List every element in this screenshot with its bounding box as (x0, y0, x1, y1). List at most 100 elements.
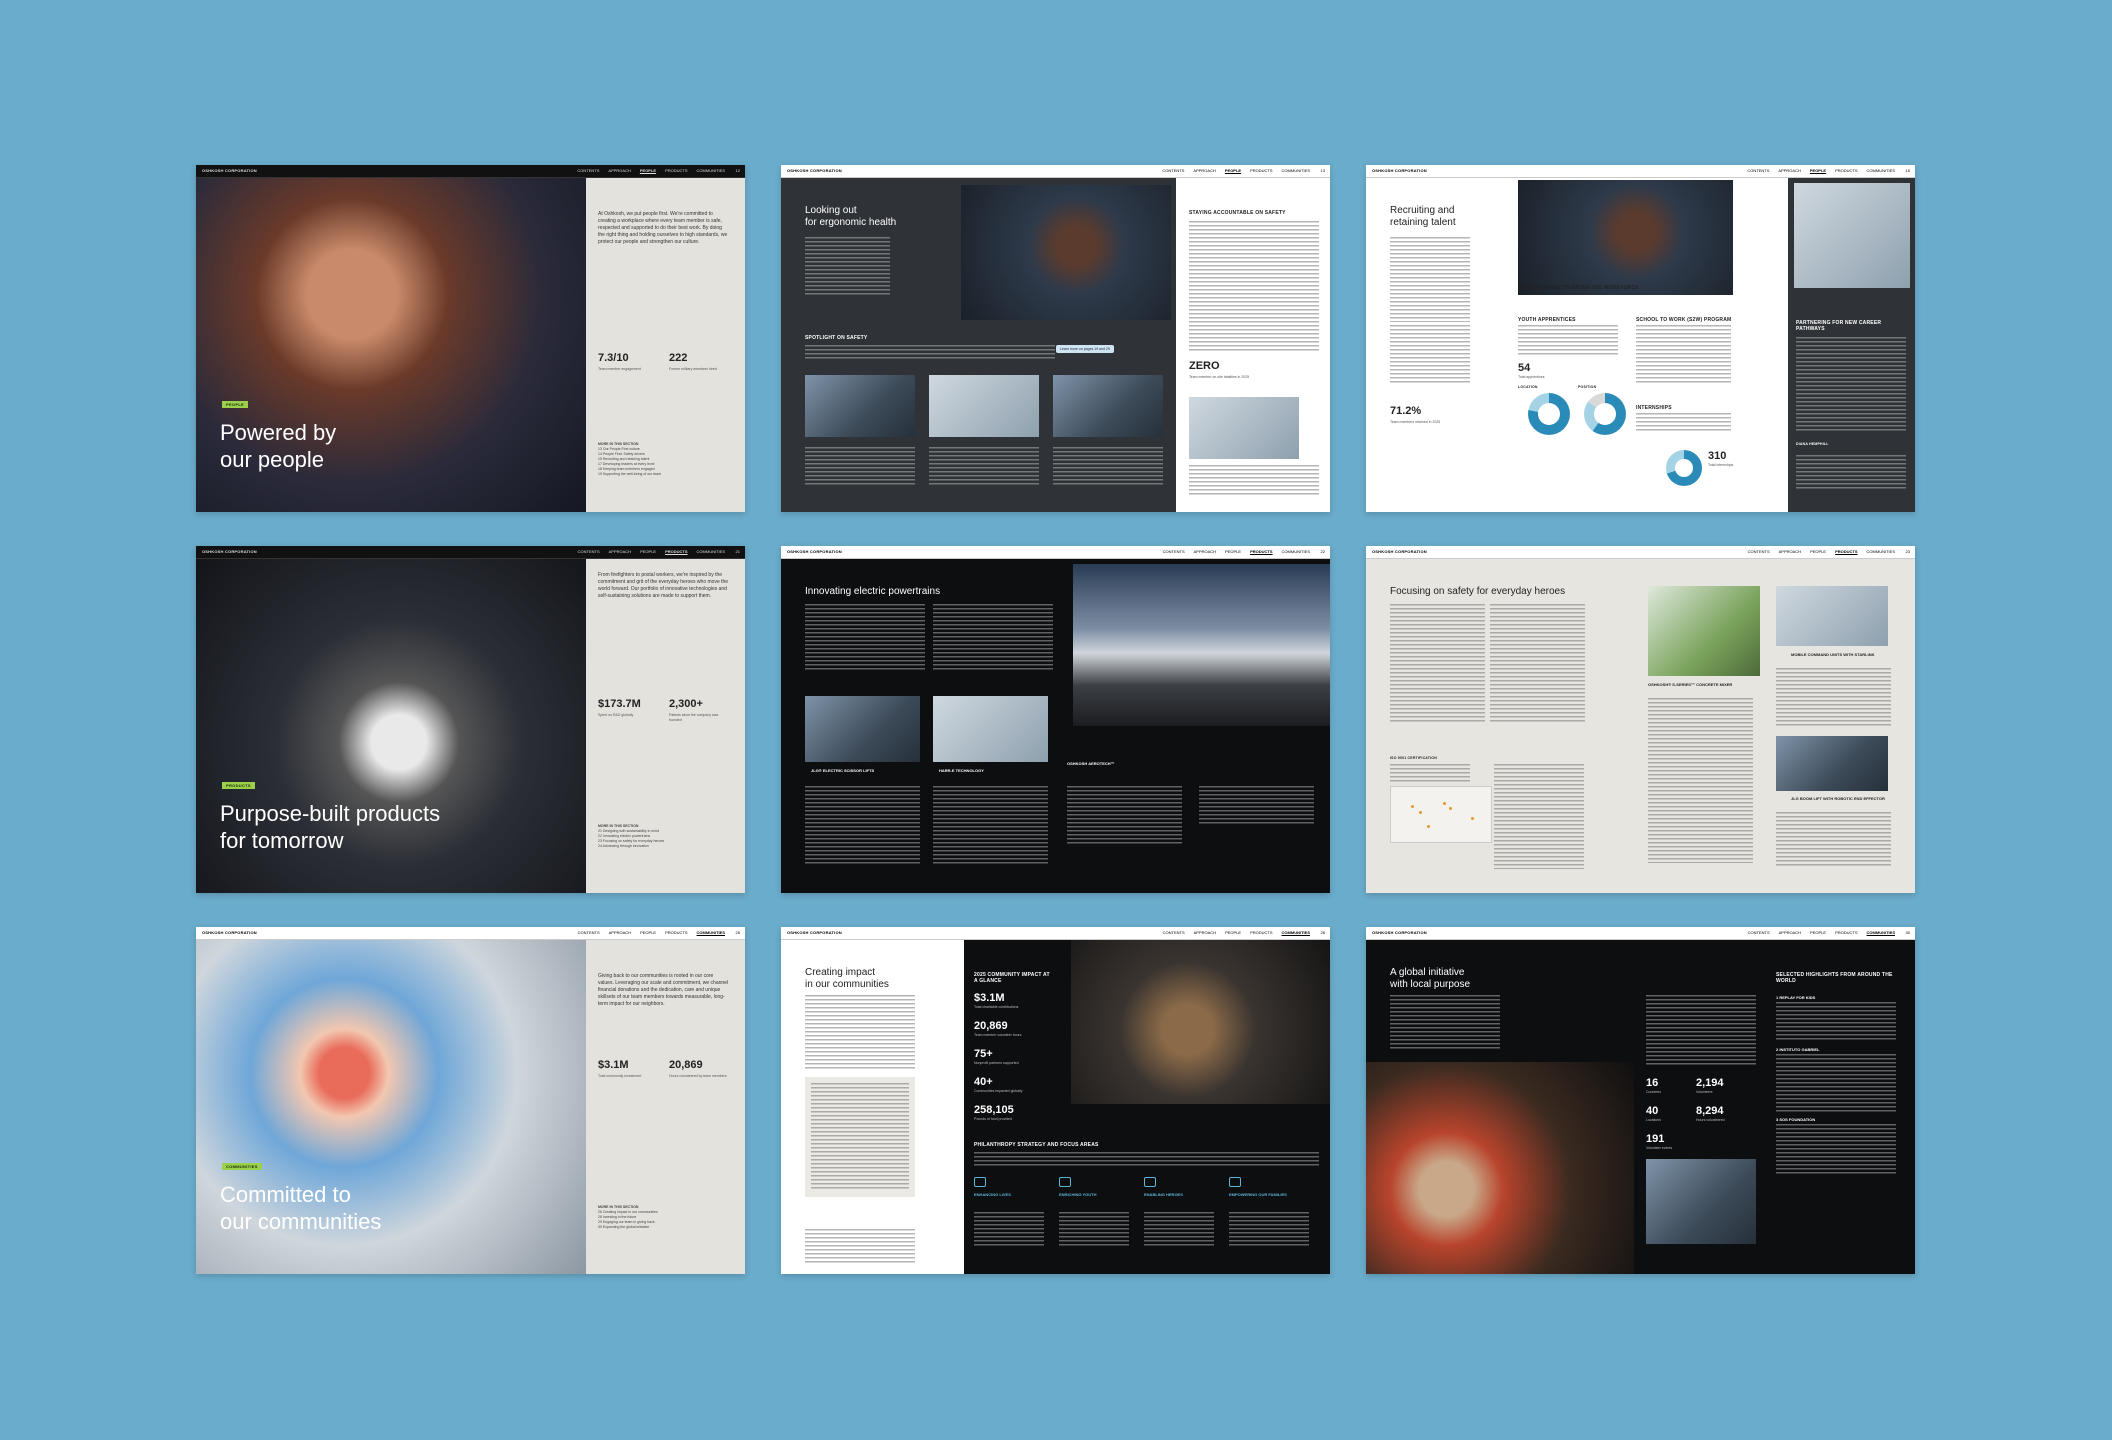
page-number: 12 (735, 168, 740, 173)
opportunities-heading: OPPORTUNITIES TO ENTER THE WORKFORCE (1518, 285, 1639, 291)
more-item[interactable]: 19 Supporting the well-being of our team (598, 472, 661, 477)
caption: MOBILE COMMAND UNITS WITH STARLINK (1791, 652, 1875, 657)
nav-item-active[interactable]: COMMUNITIES (697, 927, 725, 939)
body-copy (1776, 1124, 1896, 1176)
impact-stat-label: Team member volunteer hours (974, 1033, 1022, 1037)
nav-item[interactable]: APPROACH (609, 927, 631, 939)
nav-item[interactable]: CONTENTS (577, 165, 599, 177)
spread-global: OSHKOSH CORPORATION CONTENTS APPROACH PE… (1366, 927, 1915, 1274)
harre-photo (933, 696, 1048, 762)
nav-item[interactable]: PEOPLE (1225, 546, 1241, 558)
nav-item[interactable]: PRODUCTS (1250, 927, 1272, 939)
body-copy (1229, 1212, 1309, 1247)
nav-item-active[interactable]: PRODUCTS (665, 546, 687, 558)
nav-item[interactable]: PRODUCTS (665, 927, 687, 939)
spotlight-photo (1053, 375, 1163, 437)
nav-item[interactable]: PEOPLE (640, 927, 656, 939)
global-stat-value: 16 (1646, 1077, 1659, 1089)
nav-item-active[interactable]: COMMUNITIES (1282, 927, 1310, 939)
zero-stat: ZERO (1189, 360, 1220, 372)
hero-title: Purpose-built products for tomorrow (220, 800, 440, 854)
report-header: OSHKOSH CORPORATION CONTENTS APPROACH PE… (196, 546, 745, 559)
intro-text: Giving back to our communities is rooted… (598, 973, 729, 1007)
title-line: retaining talent (1390, 217, 1456, 228)
mixer-photo (1648, 586, 1760, 676)
nav-item[interactable]: PRODUCTS (1835, 927, 1857, 939)
nav-item-active[interactable]: PEOPLE (1225, 165, 1241, 177)
nav-item[interactable]: PEOPLE (640, 546, 656, 558)
nav-item[interactable]: PRODUCTS (1250, 165, 1272, 177)
world-map (1390, 786, 1492, 843)
s2w-heading: SCHOOL TO WORK (S2W) PROGRAM (1636, 317, 1732, 323)
spread-communities-hero: OSHKOSH CORPORATION CONTENTS APPROACH PE… (196, 927, 745, 1274)
nav-item-active[interactable]: PRODUCTS (1250, 546, 1272, 558)
body-copy (1796, 337, 1906, 432)
nav-item[interactable]: APPROACH (609, 546, 631, 558)
more-item[interactable]: 24 Advancing through innovation (598, 844, 664, 849)
caption: OSHKOSH® S-SERIES™ CONCRETE MIXER (1648, 682, 1733, 687)
nav-item[interactable]: CONTENTS (1163, 927, 1185, 939)
boom-photo (1776, 736, 1888, 791)
nav: CONTENTS APPROACH PEOPLE PRODUCTS COMMUN… (1162, 165, 1310, 177)
section-tag: PEOPLE (222, 401, 249, 408)
body-copy (1390, 995, 1500, 1050)
body-copy (1648, 698, 1753, 863)
title-line: for ergonomic health (805, 217, 897, 228)
stat-label: Total community investment (598, 1074, 642, 1078)
worker-photo (961, 185, 1171, 320)
nav-item[interactable]: CONTENTS (1163, 546, 1185, 558)
nav-item[interactable]: APPROACH (1778, 165, 1800, 177)
nav-item[interactable]: PRODUCTS (665, 165, 687, 177)
nav-item[interactable]: CONTENTS (578, 546, 600, 558)
nav-item-active[interactable]: PEOPLE (640, 165, 656, 177)
strategy-heading: PHILANTHROPY STRATEGY AND FOCUS AREAS (974, 1142, 1099, 1148)
strategy-copy (811, 1083, 909, 1191)
report-header: OSHKOSH CORPORATION CONTENTS APPROACH PE… (781, 165, 1330, 178)
nav-item[interactable]: APPROACH (608, 165, 630, 177)
nav-item[interactable]: CONTENTS (1747, 165, 1769, 177)
global-stat-value: 191 (1646, 1133, 1665, 1145)
nav-item[interactable]: PEOPLE (1225, 927, 1241, 939)
nav-item[interactable]: COMMUNITIES (1867, 165, 1895, 177)
nav-item[interactable]: PEOPLE (1810, 546, 1826, 558)
nav-item[interactable]: CONTENTS (1162, 165, 1184, 177)
nav-item[interactable]: APPROACH (1193, 165, 1215, 177)
learn-more-button[interactable]: Learn more on pages 19 and 29 (1056, 345, 1114, 353)
nav-item-active[interactable]: PRODUCTS (1835, 546, 1857, 558)
global-stat-value: 8,294 (1696, 1105, 1724, 1117)
body-copy (805, 604, 925, 672)
nav-item[interactable]: COMMUNITIES (1282, 165, 1310, 177)
impact-stat-value: $3.1M (974, 992, 1005, 1004)
nav-item[interactable]: APPROACH (1779, 927, 1801, 939)
nav-item[interactable]: COMMUNITIES (697, 546, 725, 558)
nav-item[interactable]: COMMUNITIES (1867, 546, 1895, 558)
youth-heading: YOUTH APPRENTICES (1518, 317, 1576, 323)
nav-item[interactable]: APPROACH (1194, 546, 1216, 558)
page-number: 21 (735, 549, 740, 554)
nav-item[interactable]: CONTENTS (1748, 927, 1770, 939)
focus-area: ENHANCING LIVES (974, 1192, 1011, 1197)
nav-item-active[interactable]: PEOPLE (1810, 165, 1826, 177)
nav-item[interactable]: COMMUNITIES (697, 165, 725, 177)
nav-item[interactable]: PEOPLE (1810, 927, 1826, 939)
body-copy (805, 447, 915, 487)
nav-item-active[interactable]: COMMUNITIES (1867, 927, 1895, 939)
nav-item[interactable]: CONTENTS (1748, 546, 1770, 558)
title-line: Looking out (805, 205, 857, 216)
more-item[interactable]: 30 Expanding the global initiative (598, 1225, 658, 1230)
nav-item[interactable]: PRODUCTS (1835, 165, 1857, 177)
nav: CONTENTS APPROACH PEOPLE PRODUCTS COMMUN… (1748, 546, 1895, 558)
section-title: Recruiting and retaining talent (1390, 205, 1456, 229)
nav-item[interactable]: CONTENTS (578, 927, 600, 939)
highlights-heading: SELECTED HIGHLIGHTS FROM AROUND THE WORL… (1776, 972, 1893, 984)
brand-name: OSHKOSH CORPORATION (1372, 549, 1427, 554)
nav: CONTENTS APPROACH PEOPLE PRODUCTS COMMUN… (578, 546, 725, 558)
donation-photo (1646, 1159, 1756, 1244)
nav-item[interactable]: COMMUNITIES (1282, 546, 1310, 558)
nav-item[interactable]: APPROACH (1194, 927, 1216, 939)
side-panel: From firefighters to postal workers, we'… (586, 558, 745, 893)
section-tag: PRODUCTS (222, 782, 255, 789)
report-header: OSHKOSH CORPORATION CONTENTS APPROACH PE… (196, 927, 745, 940)
body-copy (933, 604, 1053, 672)
nav-item[interactable]: APPROACH (1779, 546, 1801, 558)
